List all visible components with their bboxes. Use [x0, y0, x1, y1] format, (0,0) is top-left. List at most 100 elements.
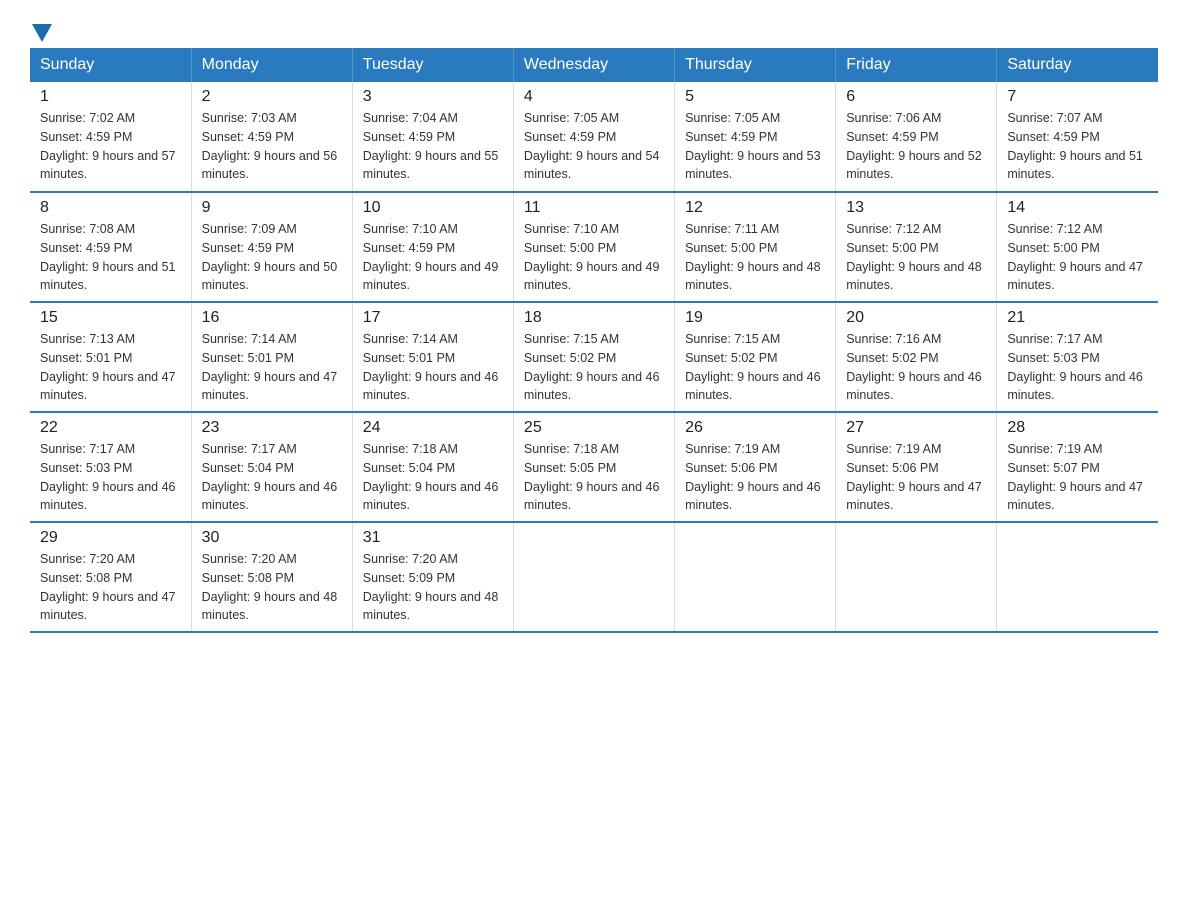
logo	[30, 20, 54, 38]
calendar-cell: 11 Sunrise: 7:10 AMSunset: 5:00 PMDaylig…	[513, 192, 674, 302]
calendar-cell: 17 Sunrise: 7:14 AMSunset: 5:01 PMDaylig…	[352, 302, 513, 412]
calendar-cell: 1 Sunrise: 7:02 AMSunset: 4:59 PMDayligh…	[30, 82, 191, 192]
day-info: Sunrise: 7:19 AMSunset: 5:06 PMDaylight:…	[846, 442, 982, 512]
day-number: 6	[846, 88, 986, 106]
calendar-cell: 28 Sunrise: 7:19 AMSunset: 5:07 PMDaylig…	[997, 412, 1158, 522]
day-number: 22	[40, 419, 181, 437]
calendar-cell: 26 Sunrise: 7:19 AMSunset: 5:06 PMDaylig…	[675, 412, 836, 522]
day-number: 17	[363, 309, 503, 327]
day-number: 29	[40, 529, 181, 547]
day-info: Sunrise: 7:14 AMSunset: 5:01 PMDaylight:…	[202, 332, 338, 402]
calendar-week-row: 15 Sunrise: 7:13 AMSunset: 5:01 PMDaylig…	[30, 302, 1158, 412]
calendar-table: SundayMondayTuesdayWednesdayThursdayFrid…	[30, 48, 1158, 633]
calendar-cell: 2 Sunrise: 7:03 AMSunset: 4:59 PMDayligh…	[191, 82, 352, 192]
day-number: 15	[40, 309, 181, 327]
calendar-cell: 8 Sunrise: 7:08 AMSunset: 4:59 PMDayligh…	[30, 192, 191, 302]
day-number: 16	[202, 309, 342, 327]
day-info: Sunrise: 7:14 AMSunset: 5:01 PMDaylight:…	[363, 332, 499, 402]
weekday-header-saturday: Saturday	[997, 48, 1158, 82]
calendar-cell: 19 Sunrise: 7:15 AMSunset: 5:02 PMDaylig…	[675, 302, 836, 412]
day-info: Sunrise: 7:19 AMSunset: 5:07 PMDaylight:…	[1007, 442, 1143, 512]
calendar-cell	[675, 522, 836, 632]
calendar-cell: 16 Sunrise: 7:14 AMSunset: 5:01 PMDaylig…	[191, 302, 352, 412]
weekday-header-sunday: Sunday	[30, 48, 191, 82]
day-info: Sunrise: 7:17 AMSunset: 5:03 PMDaylight:…	[40, 442, 176, 512]
calendar-cell: 29 Sunrise: 7:20 AMSunset: 5:08 PMDaylig…	[30, 522, 191, 632]
day-number: 14	[1007, 199, 1148, 217]
day-info: Sunrise: 7:12 AMSunset: 5:00 PMDaylight:…	[1007, 222, 1143, 292]
calendar-cell	[513, 522, 674, 632]
calendar-week-row: 8 Sunrise: 7:08 AMSunset: 4:59 PMDayligh…	[30, 192, 1158, 302]
logo-triangle-icon	[32, 24, 52, 42]
day-info: Sunrise: 7:08 AMSunset: 4:59 PMDaylight:…	[40, 222, 176, 292]
day-number: 30	[202, 529, 342, 547]
day-number: 26	[685, 419, 825, 437]
day-number: 10	[363, 199, 503, 217]
day-number: 11	[524, 199, 664, 217]
day-number: 31	[363, 529, 503, 547]
calendar-week-row: 1 Sunrise: 7:02 AMSunset: 4:59 PMDayligh…	[30, 82, 1158, 192]
calendar-cell: 4 Sunrise: 7:05 AMSunset: 4:59 PMDayligh…	[513, 82, 674, 192]
day-number: 19	[685, 309, 825, 327]
day-info: Sunrise: 7:20 AMSunset: 5:08 PMDaylight:…	[202, 552, 338, 622]
calendar-cell: 13 Sunrise: 7:12 AMSunset: 5:00 PMDaylig…	[836, 192, 997, 302]
day-number: 5	[685, 88, 825, 106]
day-info: Sunrise: 7:20 AMSunset: 5:08 PMDaylight:…	[40, 552, 176, 622]
day-info: Sunrise: 7:04 AMSunset: 4:59 PMDaylight:…	[363, 111, 499, 181]
weekday-header-monday: Monday	[191, 48, 352, 82]
day-info: Sunrise: 7:12 AMSunset: 5:00 PMDaylight:…	[846, 222, 982, 292]
day-info: Sunrise: 7:07 AMSunset: 4:59 PMDaylight:…	[1007, 111, 1143, 181]
day-info: Sunrise: 7:06 AMSunset: 4:59 PMDaylight:…	[846, 111, 982, 181]
calendar-cell: 6 Sunrise: 7:06 AMSunset: 4:59 PMDayligh…	[836, 82, 997, 192]
calendar-week-row: 22 Sunrise: 7:17 AMSunset: 5:03 PMDaylig…	[30, 412, 1158, 522]
day-info: Sunrise: 7:17 AMSunset: 5:03 PMDaylight:…	[1007, 332, 1143, 402]
day-info: Sunrise: 7:10 AMSunset: 5:00 PMDaylight:…	[524, 222, 660, 292]
calendar-cell: 3 Sunrise: 7:04 AMSunset: 4:59 PMDayligh…	[352, 82, 513, 192]
calendar-cell: 30 Sunrise: 7:20 AMSunset: 5:08 PMDaylig…	[191, 522, 352, 632]
calendar-week-row: 29 Sunrise: 7:20 AMSunset: 5:08 PMDaylig…	[30, 522, 1158, 632]
weekday-header-thursday: Thursday	[675, 48, 836, 82]
day-number: 2	[202, 88, 342, 106]
calendar-cell: 14 Sunrise: 7:12 AMSunset: 5:00 PMDaylig…	[997, 192, 1158, 302]
day-info: Sunrise: 7:18 AMSunset: 5:04 PMDaylight:…	[363, 442, 499, 512]
calendar-cell: 21 Sunrise: 7:17 AMSunset: 5:03 PMDaylig…	[997, 302, 1158, 412]
day-number: 4	[524, 88, 664, 106]
calendar-cell	[997, 522, 1158, 632]
calendar-cell: 5 Sunrise: 7:05 AMSunset: 4:59 PMDayligh…	[675, 82, 836, 192]
day-info: Sunrise: 7:05 AMSunset: 4:59 PMDaylight:…	[685, 111, 821, 181]
day-number: 8	[40, 199, 181, 217]
weekday-header-friday: Friday	[836, 48, 997, 82]
calendar-cell: 15 Sunrise: 7:13 AMSunset: 5:01 PMDaylig…	[30, 302, 191, 412]
day-number: 24	[363, 419, 503, 437]
page-header	[30, 20, 1158, 38]
day-number: 9	[202, 199, 342, 217]
day-number: 1	[40, 88, 181, 106]
day-info: Sunrise: 7:19 AMSunset: 5:06 PMDaylight:…	[685, 442, 821, 512]
calendar-cell: 20 Sunrise: 7:16 AMSunset: 5:02 PMDaylig…	[836, 302, 997, 412]
day-info: Sunrise: 7:05 AMSunset: 4:59 PMDaylight:…	[524, 111, 660, 181]
calendar-cell: 27 Sunrise: 7:19 AMSunset: 5:06 PMDaylig…	[836, 412, 997, 522]
calendar-cell: 23 Sunrise: 7:17 AMSunset: 5:04 PMDaylig…	[191, 412, 352, 522]
day-info: Sunrise: 7:09 AMSunset: 4:59 PMDaylight:…	[202, 222, 338, 292]
weekday-header-tuesday: Tuesday	[352, 48, 513, 82]
day-number: 7	[1007, 88, 1148, 106]
calendar-cell: 10 Sunrise: 7:10 AMSunset: 4:59 PMDaylig…	[352, 192, 513, 302]
calendar-cell: 22 Sunrise: 7:17 AMSunset: 5:03 PMDaylig…	[30, 412, 191, 522]
calendar-cell: 25 Sunrise: 7:18 AMSunset: 5:05 PMDaylig…	[513, 412, 674, 522]
calendar-cell: 9 Sunrise: 7:09 AMSunset: 4:59 PMDayligh…	[191, 192, 352, 302]
day-info: Sunrise: 7:20 AMSunset: 5:09 PMDaylight:…	[363, 552, 499, 622]
day-info: Sunrise: 7:18 AMSunset: 5:05 PMDaylight:…	[524, 442, 660, 512]
day-number: 3	[363, 88, 503, 106]
day-number: 27	[846, 419, 986, 437]
day-number: 20	[846, 309, 986, 327]
day-number: 12	[685, 199, 825, 217]
day-info: Sunrise: 7:03 AMSunset: 4:59 PMDaylight:…	[202, 111, 338, 181]
calendar-cell: 18 Sunrise: 7:15 AMSunset: 5:02 PMDaylig…	[513, 302, 674, 412]
day-info: Sunrise: 7:16 AMSunset: 5:02 PMDaylight:…	[846, 332, 982, 402]
day-info: Sunrise: 7:15 AMSunset: 5:02 PMDaylight:…	[685, 332, 821, 402]
day-number: 18	[524, 309, 664, 327]
day-number: 23	[202, 419, 342, 437]
calendar-cell: 24 Sunrise: 7:18 AMSunset: 5:04 PMDaylig…	[352, 412, 513, 522]
day-info: Sunrise: 7:17 AMSunset: 5:04 PMDaylight:…	[202, 442, 338, 512]
day-number: 28	[1007, 419, 1148, 437]
